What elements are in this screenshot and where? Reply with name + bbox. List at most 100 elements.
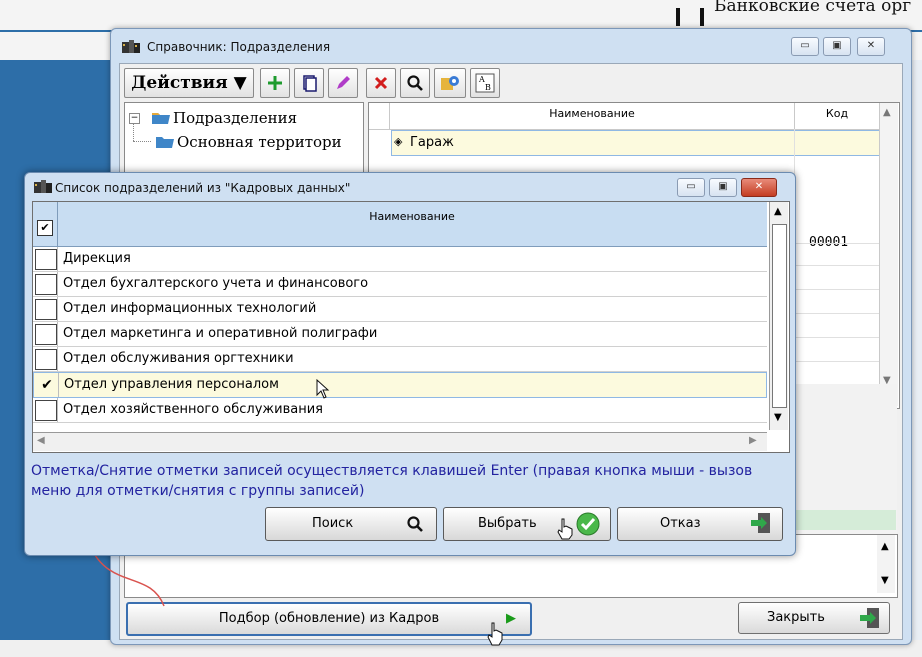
list-item[interactable]: Дирекция bbox=[33, 247, 767, 272]
scroll-down-icon: ▼ bbox=[881, 575, 889, 586]
scroll-right-icon: ▶ bbox=[749, 435, 757, 446]
hr-departments-dialog: Список подразделений из "Кадровых данных… bbox=[24, 172, 796, 556]
row-label: Отдел обслуживания оргтехники bbox=[63, 351, 294, 366]
list-item[interactable]: Отдел бухгалтерского учета и финансового bbox=[33, 272, 767, 297]
row-label: Отдел бухгалтерского учета и финансового bbox=[63, 276, 369, 291]
hand-pointer-icon bbox=[556, 518, 574, 553]
list-item[interactable]: Отдел хозяйственного обслуживания bbox=[33, 398, 767, 423]
list-item[interactable]: Отдел информационных технологий bbox=[33, 297, 767, 322]
delete-button[interactable] bbox=[366, 68, 396, 98]
row-label: Отдел управления персоналом bbox=[64, 377, 279, 392]
play-arrow-icon: ▶ bbox=[506, 611, 516, 626]
tree-root-label[interactable]: Подразделения bbox=[173, 109, 297, 127]
select-button-label: Выбрать bbox=[478, 516, 537, 531]
close-button-label: Закрыть bbox=[767, 610, 825, 625]
scroll-up-icon: ▲ bbox=[883, 107, 891, 118]
actions-label: Действия ▼ bbox=[131, 73, 247, 93]
row-checkbox[interactable] bbox=[35, 274, 57, 295]
close-icon: ✕ bbox=[866, 40, 876, 51]
dialog-title: Список подразделений из "Кадровых данных… bbox=[55, 181, 351, 195]
scroll-up-icon: ▲ bbox=[774, 206, 782, 217]
row-checkbox[interactable] bbox=[35, 299, 57, 320]
background-divider-mark bbox=[676, 8, 680, 26]
tree-item-main-territory[interactable]: Основная территори bbox=[177, 133, 342, 151]
dialog-window-icon bbox=[33, 179, 53, 198]
header-separator bbox=[57, 202, 58, 246]
minimize-icon: ▭ bbox=[686, 181, 696, 192]
row-label: Отдел информационных технологий bbox=[63, 301, 317, 316]
sort-button[interactable]: AB bbox=[470, 68, 500, 98]
maximize-icon: ▣ bbox=[832, 40, 842, 51]
copy-button[interactable] bbox=[294, 68, 324, 98]
row-checkbox[interactable] bbox=[35, 249, 57, 270]
add-button[interactable] bbox=[260, 68, 290, 98]
cancel-dialog-button[interactable]: Отказ bbox=[617, 507, 783, 541]
background-divider-mark bbox=[700, 8, 704, 26]
search-icon bbox=[407, 75, 423, 91]
grid-cell-name: Гараж bbox=[410, 135, 454, 150]
import-from-hr-button[interactable]: Подбор (обновление) из Кадров ▶ bbox=[126, 602, 532, 636]
edit-icon bbox=[337, 76, 350, 89]
row-label: Дирекция bbox=[63, 251, 131, 266]
check-circle-icon bbox=[576, 512, 600, 549]
svg-text:B: B bbox=[485, 83, 491, 92]
exit-door-icon bbox=[750, 512, 772, 547]
grid-header: Наименование Код bbox=[369, 103, 879, 130]
row-checkbox[interactable] bbox=[35, 400, 57, 421]
background-window-title: Банковские счета орг bbox=[714, 0, 912, 16]
dialog-close-button[interactable]: ✕ bbox=[741, 178, 777, 197]
grid-row[interactable]: ◈ Гараж bbox=[391, 130, 881, 156]
dialog-hint-text: Отметка/Снятие отметки записей осуществл… bbox=[31, 463, 753, 499]
close-window-button[interactable]: Закрыть bbox=[738, 602, 890, 634]
window-title: Справочник: Подразделения bbox=[147, 40, 331, 54]
hand-pointer-icon bbox=[486, 622, 504, 649]
app-window-icon bbox=[121, 39, 141, 58]
sort-icon: AB bbox=[475, 73, 495, 93]
search-icon bbox=[406, 514, 424, 546]
maximize-icon: ▣ bbox=[718, 181, 728, 192]
folder-icon bbox=[155, 133, 175, 152]
exit-door-icon bbox=[859, 607, 881, 641]
grid-header-code[interactable]: Код bbox=[795, 103, 879, 129]
list-item-selected[interactable]: ✔ Отдел управления персоналом bbox=[33, 372, 767, 399]
details-scrollbar[interactable]: ▲ ▼ bbox=[877, 535, 895, 593]
row-label: Отдел хозяйственного обслуживания bbox=[63, 402, 323, 417]
add-icon bbox=[268, 76, 282, 90]
row-checkbox[interactable] bbox=[35, 349, 57, 370]
grid-header-name[interactable]: Наименование bbox=[390, 103, 795, 129]
close-button[interactable]: ✕ bbox=[857, 37, 885, 56]
minimize-button[interactable]: ▭ bbox=[791, 37, 819, 56]
scroll-left-icon: ◀ bbox=[37, 435, 45, 446]
select-all-checkbox[interactable]: ✔ bbox=[37, 220, 53, 236]
grid-vertical-scrollbar[interactable]: ▲ ▼ bbox=[879, 103, 898, 406]
close-icon: ✕ bbox=[754, 181, 764, 192]
maximize-button[interactable]: ▣ bbox=[823, 37, 851, 56]
scrollbar-thumb[interactable] bbox=[772, 224, 787, 408]
dialog-horizontal-scrollbar[interactable]: ◀ ▶ bbox=[33, 432, 767, 451]
dialog-vertical-scrollbar[interactable]: ▲ ▼ bbox=[769, 202, 788, 430]
svg-text:A: A bbox=[478, 75, 485, 84]
minimize-icon: ▭ bbox=[800, 40, 810, 51]
refresh-button[interactable] bbox=[434, 68, 466, 98]
hr-departments-grid: ✔ Наименование Дирекция Отдел бухгалтерс… bbox=[32, 201, 790, 453]
cancel-button-label: Отказ bbox=[660, 516, 701, 531]
dialog-grid-header: ✔ Наименование bbox=[33, 202, 767, 247]
scroll-up-icon: ▲ bbox=[881, 541, 889, 552]
row-checkbox[interactable] bbox=[35, 324, 57, 345]
select-dialog-button[interactable]: Выбрать bbox=[443, 507, 611, 541]
checkmark-icon: ✔ bbox=[41, 377, 53, 393]
row-checkbox-checked[interactable]: ✔ bbox=[36, 375, 58, 396]
tree-line bbox=[133, 141, 151, 143]
actions-menu-button[interactable]: Действия ▼ bbox=[124, 68, 254, 98]
search-dialog-button[interactable]: Поиск bbox=[265, 507, 437, 541]
list-item[interactable]: Отдел обслуживания оргтехники bbox=[33, 347, 767, 372]
dialog-minimize-button[interactable]: ▭ bbox=[677, 178, 705, 197]
scroll-down-icon: ▼ bbox=[774, 412, 782, 423]
search-button[interactable] bbox=[400, 68, 430, 98]
list-item[interactable]: Отдел маркетинга и оперативной полиграфи bbox=[33, 322, 767, 347]
dialog-maximize-button[interactable]: ▣ bbox=[709, 178, 737, 197]
dialog-header-name[interactable]: Наименование bbox=[59, 210, 765, 223]
import-button-label: Подбор (обновление) из Кадров bbox=[218, 611, 440, 626]
search-button-label: Поиск bbox=[312, 516, 354, 531]
edit-button[interactable] bbox=[328, 68, 358, 98]
